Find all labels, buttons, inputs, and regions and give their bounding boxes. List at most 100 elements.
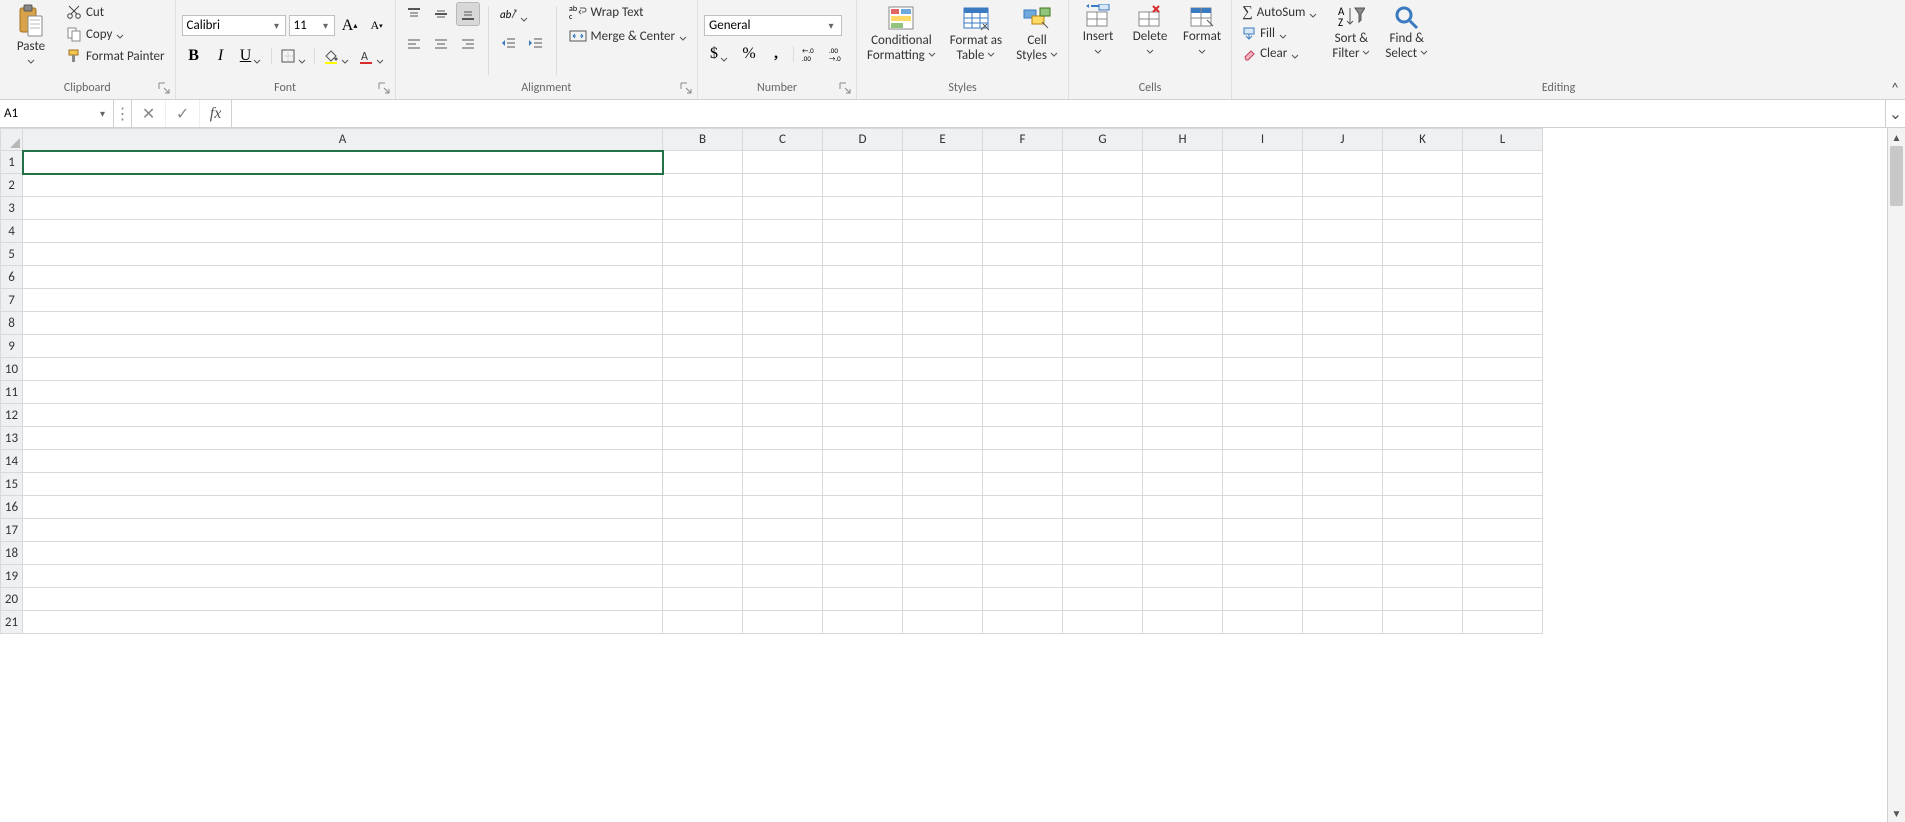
cell[interactable] bbox=[23, 588, 663, 611]
row-header[interactable]: 17 bbox=[1, 519, 23, 542]
cut-button[interactable]: Cut bbox=[62, 2, 169, 22]
cell[interactable] bbox=[1143, 381, 1223, 404]
cell[interactable] bbox=[1303, 358, 1383, 381]
cell[interactable] bbox=[743, 427, 823, 450]
select-all-corner[interactable] bbox=[1, 129, 23, 151]
cell[interactable] bbox=[1463, 220, 1543, 243]
dialog-launcher-icon[interactable] bbox=[838, 81, 852, 95]
cell[interactable] bbox=[1143, 335, 1223, 358]
cell[interactable] bbox=[663, 542, 743, 565]
cell[interactable] bbox=[1463, 243, 1543, 266]
cell[interactable] bbox=[663, 519, 743, 542]
cell[interactable] bbox=[1063, 289, 1143, 312]
cell[interactable] bbox=[1143, 519, 1223, 542]
cell[interactable] bbox=[1383, 565, 1463, 588]
cell[interactable] bbox=[983, 289, 1063, 312]
row-header[interactable]: 4 bbox=[1, 220, 23, 243]
row-header[interactable]: 18 bbox=[1, 542, 23, 565]
cell[interactable] bbox=[743, 496, 823, 519]
cell[interactable] bbox=[903, 197, 983, 220]
cell[interactable] bbox=[983, 404, 1063, 427]
row-header[interactable]: 6 bbox=[1, 266, 23, 289]
cell[interactable] bbox=[23, 335, 663, 358]
cell[interactable] bbox=[1303, 381, 1383, 404]
autosum-button[interactable]: ∑ AutoSum bbox=[1238, 2, 1321, 23]
cell[interactable] bbox=[903, 450, 983, 473]
cell[interactable] bbox=[23, 519, 663, 542]
cell[interactable] bbox=[823, 266, 903, 289]
row-header[interactable]: 2 bbox=[1, 174, 23, 197]
copy-button[interactable]: Copy bbox=[62, 24, 169, 44]
cell[interactable] bbox=[823, 220, 903, 243]
cell[interactable] bbox=[1303, 450, 1383, 473]
row-header[interactable]: 9 bbox=[1, 335, 23, 358]
cell[interactable] bbox=[1143, 358, 1223, 381]
cell[interactable] bbox=[663, 174, 743, 197]
align-top-button[interactable] bbox=[402, 2, 426, 26]
fill-button[interactable]: Fill bbox=[1238, 24, 1321, 43]
column-header[interactable]: L bbox=[1463, 129, 1543, 151]
cell[interactable] bbox=[23, 174, 663, 197]
cell[interactable] bbox=[1463, 335, 1543, 358]
row-header[interactable]: 13 bbox=[1, 427, 23, 450]
cell[interactable] bbox=[903, 588, 983, 611]
cell[interactable] bbox=[823, 427, 903, 450]
cell[interactable] bbox=[1063, 611, 1143, 634]
cell[interactable] bbox=[1303, 473, 1383, 496]
cell[interactable] bbox=[1383, 151, 1463, 174]
cell[interactable] bbox=[1223, 404, 1303, 427]
cell[interactable] bbox=[1463, 496, 1543, 519]
cell[interactable] bbox=[1143, 151, 1223, 174]
cell[interactable] bbox=[743, 197, 823, 220]
cell[interactable] bbox=[983, 220, 1063, 243]
cell[interactable] bbox=[1383, 473, 1463, 496]
merge-center-button[interactable]: Merge & Center bbox=[565, 26, 692, 46]
cell[interactable] bbox=[23, 496, 663, 519]
cell[interactable] bbox=[823, 588, 903, 611]
cell[interactable] bbox=[1063, 404, 1143, 427]
cell[interactable] bbox=[1063, 197, 1143, 220]
cell[interactable] bbox=[903, 335, 983, 358]
cell[interactable] bbox=[983, 588, 1063, 611]
cell[interactable] bbox=[903, 151, 983, 174]
cell[interactable] bbox=[1463, 381, 1543, 404]
cell[interactable] bbox=[1463, 611, 1543, 634]
cell[interactable] bbox=[1463, 473, 1543, 496]
cell[interactable] bbox=[1383, 174, 1463, 197]
cell[interactable] bbox=[1143, 450, 1223, 473]
font-name-combo[interactable]: ▾ bbox=[182, 15, 286, 36]
font-name-input[interactable] bbox=[183, 16, 269, 35]
cell[interactable] bbox=[903, 220, 983, 243]
cell[interactable] bbox=[663, 381, 743, 404]
cell[interactable] bbox=[983, 266, 1063, 289]
scroll-down-button[interactable]: ▼ bbox=[1888, 804, 1905, 822]
dialog-launcher-icon[interactable] bbox=[377, 81, 391, 95]
cell[interactable] bbox=[823, 358, 903, 381]
column-header[interactable]: A bbox=[23, 129, 663, 151]
cell[interactable] bbox=[1223, 335, 1303, 358]
cell[interactable] bbox=[1223, 427, 1303, 450]
font-size-input[interactable] bbox=[290, 16, 318, 35]
cell[interactable] bbox=[1303, 151, 1383, 174]
cell[interactable] bbox=[823, 565, 903, 588]
cell[interactable] bbox=[1063, 450, 1143, 473]
cell[interactable] bbox=[1303, 611, 1383, 634]
cell[interactable] bbox=[743, 358, 823, 381]
cell[interactable] bbox=[823, 381, 903, 404]
cell[interactable] bbox=[743, 588, 823, 611]
column-header[interactable]: G bbox=[1063, 129, 1143, 151]
cell[interactable] bbox=[1463, 151, 1543, 174]
cell[interactable] bbox=[23, 404, 663, 427]
increase-indent-button[interactable] bbox=[524, 32, 548, 56]
cell[interactable] bbox=[1463, 542, 1543, 565]
cell[interactable] bbox=[743, 289, 823, 312]
cell[interactable] bbox=[743, 565, 823, 588]
cell[interactable] bbox=[983, 565, 1063, 588]
cell[interactable] bbox=[903, 473, 983, 496]
row-header[interactable]: 8 bbox=[1, 312, 23, 335]
cell[interactable] bbox=[1463, 565, 1543, 588]
cell[interactable] bbox=[1143, 289, 1223, 312]
cell[interactable] bbox=[1063, 542, 1143, 565]
cell[interactable] bbox=[1463, 588, 1543, 611]
cell[interactable] bbox=[983, 611, 1063, 634]
